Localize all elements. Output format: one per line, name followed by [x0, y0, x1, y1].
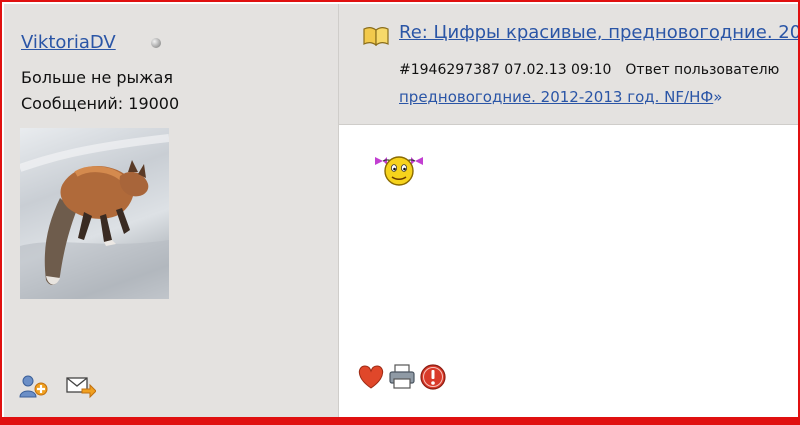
avatar[interactable]	[20, 128, 169, 299]
fox-avatar-image	[20, 134, 169, 299]
post-meta: #1946297387 07.02.13 09:10 Ответ пользова…	[399, 62, 779, 78]
print-icon[interactable]	[389, 364, 415, 389]
post-datetime: 07.02.13 09:10	[504, 62, 612, 78]
thread-link-suffix: »	[713, 88, 723, 106]
reply-to-text: Ответ пользователю	[625, 62, 780, 78]
post-header: Re: Цифры красивые, предновогодние. 2012…	[339, 4, 798, 125]
offline-status-icon	[151, 38, 161, 48]
author-post-count: Сообщений: 19000	[21, 94, 180, 113]
author-title: Больше не рыжая	[21, 68, 174, 87]
add-friend-icon[interactable]	[19, 373, 49, 399]
author-panel: ViktoriaDV Больше не рыжая Сообщений: 19…	[4, 4, 339, 419]
author-username-link[interactable]: ViktoriaDV	[21, 32, 116, 53]
post-id[interactable]: #1946297387	[399, 62, 500, 78]
smiley-emoticon-icon	[371, 151, 427, 187]
post-title-link[interactable]: Re: Цифры красивые, предновогодние. 2012…	[399, 22, 798, 43]
screenshot-frame: ViktoriaDV Больше не рыжая Сообщений: 19…	[0, 0, 800, 425]
thread-link[interactable]: предновогодние. 2012-2013 год. NF/НФ	[399, 88, 713, 106]
send-message-icon[interactable]	[66, 373, 97, 399]
book-icon	[363, 26, 389, 47]
like-heart-icon[interactable]	[358, 365, 384, 389]
thread-link-line: предновогодние. 2012-2013 год. NF/НФ»	[399, 88, 722, 106]
post-body	[339, 125, 798, 419]
report-icon[interactable]	[420, 364, 446, 390]
post-actions	[357, 363, 457, 391]
